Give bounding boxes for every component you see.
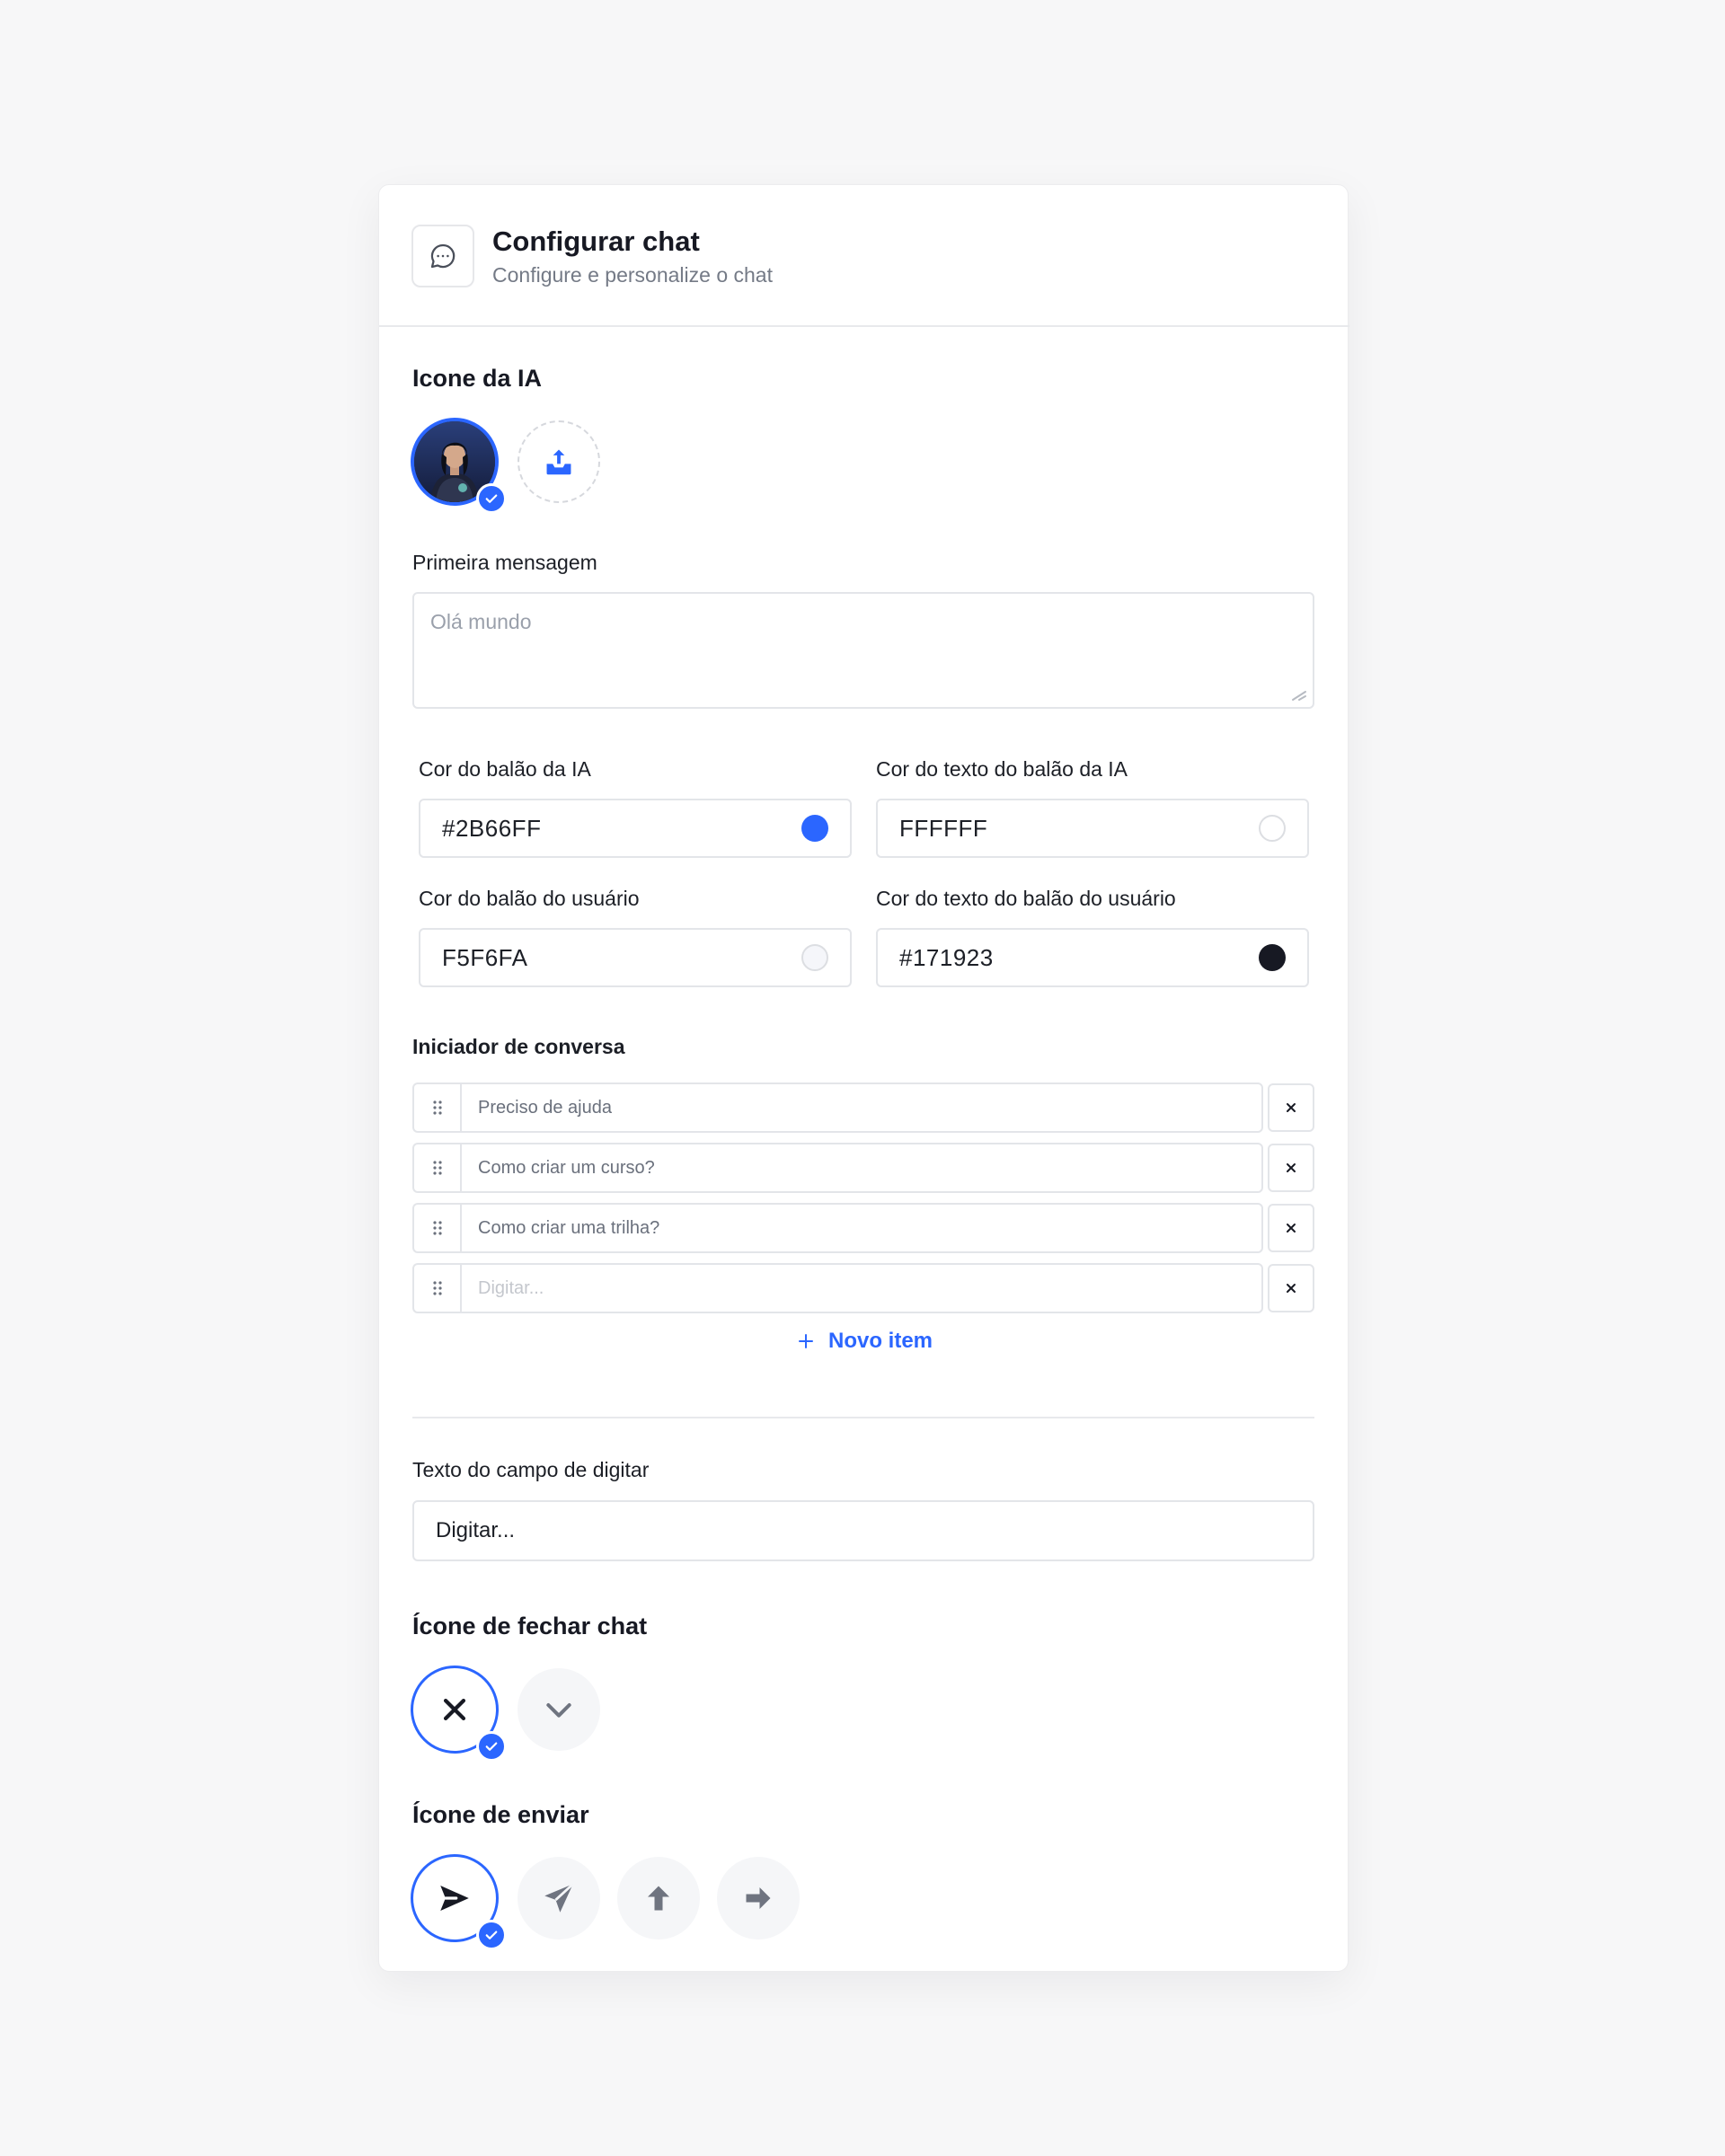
send-option-arrow-right[interactable] — [717, 1857, 800, 1940]
user-text-color-swatch[interactable] — [1259, 944, 1286, 971]
upload-icon — [546, 449, 571, 475]
ai-text-color-swatch[interactable] — [1259, 815, 1286, 842]
starter-input[interactable]: Digitar... — [460, 1263, 1263, 1313]
list-item: Preciso de ajuda — [412, 1082, 1314, 1133]
paper-plane-icon — [544, 1883, 574, 1913]
input-text-field[interactable]: Digitar... — [412, 1500, 1314, 1561]
drag-handle-icon[interactable] — [412, 1203, 461, 1253]
user-text-color-value: #171923 — [899, 943, 994, 971]
starter-input[interactable]: Preciso de ajuda — [460, 1082, 1263, 1133]
close-icon — [1287, 1224, 1296, 1233]
remove-item-button[interactable] — [1268, 1144, 1314, 1192]
ai-bubble-color-swatch[interactable] — [801, 815, 828, 842]
list-item: Como criar um curso? — [412, 1143, 1314, 1193]
send-option-arrow-up[interactable] — [617, 1857, 700, 1940]
list-item: Digitar... — [412, 1263, 1314, 1313]
ai-text-color-input[interactable]: FFFFFF — [876, 799, 1309, 858]
first-message-label: Primeira mensagem — [412, 551, 597, 574]
user-bubble-color-swatch[interactable] — [801, 944, 828, 971]
user-bubble-color-value: F5F6FA — [442, 943, 528, 971]
ai-bubble-color-value: #2B66FF — [442, 814, 542, 842]
ai-text-color-value: FFFFFF — [899, 814, 988, 842]
selected-check-icon — [476, 1731, 507, 1762]
header-divider — [379, 325, 1349, 327]
upload-icon-button[interactable] — [518, 420, 600, 503]
starter-input[interactable]: Como criar um curso? — [460, 1143, 1263, 1193]
remove-item-button[interactable] — [1268, 1264, 1314, 1312]
list-item: Como criar uma trilha? — [412, 1203, 1314, 1253]
send-icon-title: Ícone de enviar — [412, 1801, 589, 1828]
send-option-plane[interactable] — [518, 1857, 600, 1940]
ai-bubble-color-label: Cor do balão da IA — [419, 757, 591, 781]
user-text-color-label: Cor do texto do balão do usuário — [876, 887, 1176, 910]
plus-icon — [799, 1334, 813, 1348]
user-bubble-color-input[interactable]: F5F6FA — [419, 928, 852, 987]
starter-text: Preciso de ajuda — [478, 1097, 612, 1118]
starter-input[interactable]: Como criar uma trilha? — [460, 1203, 1263, 1253]
arrow-up-icon — [648, 1886, 669, 1911]
starter-placeholder: Digitar... — [478, 1277, 544, 1298]
first-message-textarea[interactable]: Olá mundo — [412, 592, 1314, 709]
resize-grip-icon[interactable] — [1287, 689, 1307, 702]
input-text-label: Texto do campo de digitar — [412, 1458, 650, 1481]
drag-handle-icon[interactable] — [412, 1082, 461, 1133]
starter-text: Como criar um curso? — [478, 1157, 655, 1178]
add-item-button[interactable]: Novo item — [798, 1329, 933, 1354]
user-text-color-input[interactable]: #171923 — [876, 928, 1309, 987]
close-icon — [1287, 1103, 1296, 1112]
chat-bubble-icon — [411, 225, 474, 287]
drag-handle-icon[interactable] — [412, 1143, 461, 1193]
chat-config-card: Configurar chat Configure e personalize … — [378, 184, 1349, 1972]
selected-check-icon — [476, 483, 507, 514]
ai-text-color-label: Cor do texto do balão da IA — [876, 757, 1128, 781]
ai-icon-title: Icone da IA — [412, 365, 543, 392]
remove-item-button[interactable] — [1268, 1083, 1314, 1132]
arrow-right-icon — [746, 1887, 771, 1909]
user-bubble-color-label: Cor do balão do usuário — [419, 887, 640, 910]
close-icon — [1287, 1163, 1296, 1172]
starter-text: Como criar uma trilha? — [478, 1217, 660, 1238]
input-text-value: Digitar... — [436, 1518, 516, 1542]
close-x-icon — [443, 1698, 466, 1721]
selected-check-icon — [476, 1920, 507, 1950]
close-icon — [1287, 1284, 1296, 1293]
page-title: Configurar chat — [492, 225, 700, 257]
ai-bubble-color-input[interactable]: #2B66FF — [419, 799, 852, 858]
remove-item-button[interactable] — [1268, 1204, 1314, 1252]
add-item-label: Novo item — [828, 1329, 933, 1353]
section-divider — [412, 1417, 1314, 1418]
first-message-placeholder: Olá mundo — [430, 610, 532, 633]
close-icon-title: Ícone de fechar chat — [412, 1613, 648, 1639]
starters-title: Iniciador de conversa — [412, 1035, 625, 1058]
page-subtitle: Configure e personalize o chat — [492, 263, 773, 287]
close-option-chevron[interactable] — [518, 1668, 600, 1751]
drag-handle-icon[interactable] — [412, 1263, 461, 1313]
chevron-down-icon — [546, 1703, 571, 1718]
send-arrow-icon — [440, 1886, 469, 1911]
